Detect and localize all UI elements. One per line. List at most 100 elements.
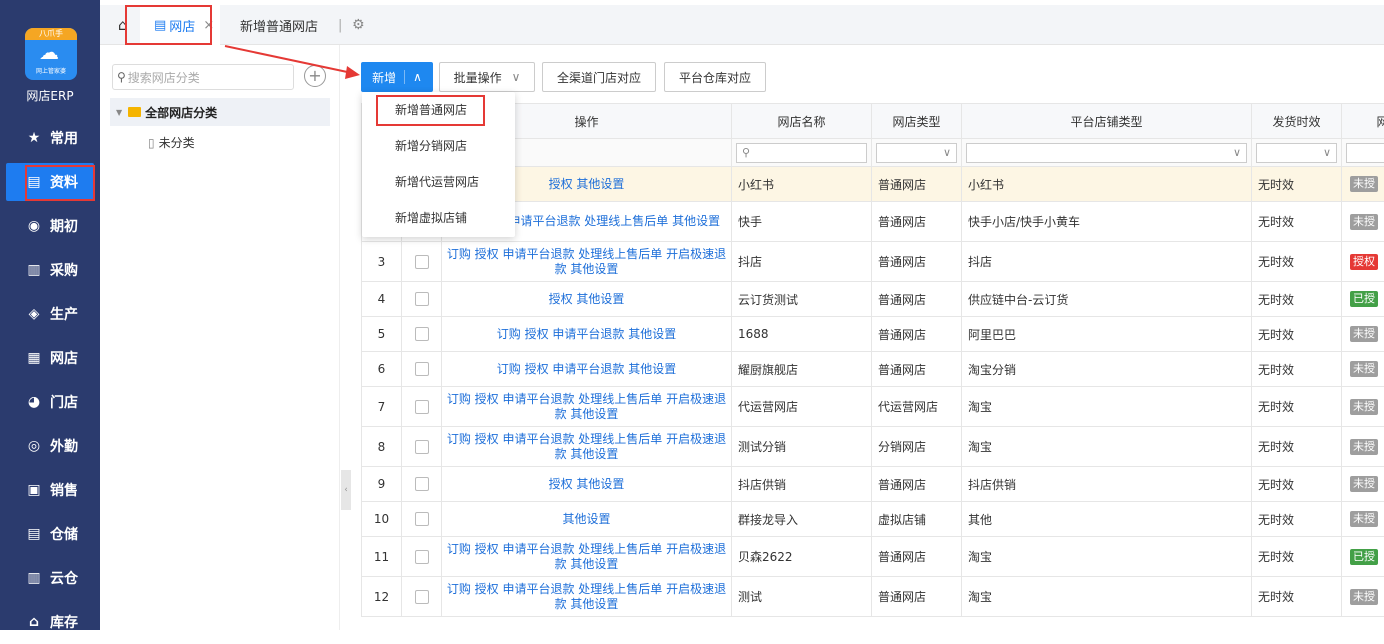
row-checkbox[interactable]	[415, 255, 429, 269]
row-platform-type: 抖店供销	[962, 467, 1252, 502]
row-shop-type: 普通网店	[872, 577, 962, 617]
row-operations[interactable]: 订购 授权 申请平台退款 其他设置	[442, 317, 732, 352]
row-operations[interactable]: 订购 授权 申请平台退款 其他设置	[442, 352, 732, 387]
row-status-cell: 未授	[1342, 577, 1384, 617]
table-row[interactable]: 7订购 授权 申请平台退款 处理线上售后单 开启极速退款 其他设置代运营网店代运…	[362, 387, 1384, 427]
status-badge: 未授	[1350, 399, 1378, 415]
row-checkbox[interactable]	[415, 362, 429, 376]
row-checkbox[interactable]	[415, 550, 429, 564]
row-operations[interactable]: 授权 其他设置	[442, 467, 732, 502]
row-shop-type: 普通网店	[872, 282, 962, 317]
row-shop-name: 测试分销	[732, 427, 872, 467]
filter-name-input[interactable]: ⚲	[736, 143, 867, 163]
row-status-cell: 未授	[1342, 317, 1384, 352]
search-icon: ⚲	[742, 146, 750, 159]
row-checkbox[interactable]	[415, 327, 429, 341]
row-ship-time: 无时效	[1252, 352, 1342, 387]
omni-channel-store-button[interactable]: 全渠道门店对应	[542, 62, 656, 92]
col-header-type[interactable]: 网店类型	[872, 104, 962, 139]
chevron-up-icon[interactable]: ∧	[404, 70, 430, 84]
row-status-cell: 未授	[1342, 467, 1384, 502]
table-row[interactable]: 3订购 授权 申请平台退款 处理线上售后单 开启极速退款 其他设置抖店普通网店抖…	[362, 242, 1384, 282]
row-checkbox[interactable]	[415, 590, 429, 604]
col-header-platform[interactable]: 平台店铺类型	[962, 104, 1252, 139]
row-checkbox-cell	[402, 317, 442, 352]
filter-time-select[interactable]: ∨	[1256, 143, 1337, 163]
row-ship-time: 无时效	[1252, 167, 1342, 202]
row-index: 8	[362, 427, 402, 467]
status-badge: 未授	[1350, 361, 1378, 377]
row-shop-type: 虚拟店铺	[872, 502, 962, 537]
row-index: 5	[362, 317, 402, 352]
filter-type-select[interactable]: ∨	[876, 143, 957, 163]
row-index: 12	[362, 577, 402, 617]
row-checkbox-cell	[402, 577, 442, 617]
row-operations[interactable]: 订购 授权 申请平台退款 处理线上售后单 开启极速退款 其他设置	[442, 387, 732, 427]
row-ship-time: 无时效	[1252, 282, 1342, 317]
filter-name-cell: ⚲	[732, 139, 872, 167]
row-index: 3	[362, 242, 402, 282]
table-row[interactable]: 6订购 授权 申请平台退款 其他设置耀厨旗舰店普通网店淘宝分销无时效未授	[362, 352, 1384, 387]
row-operations[interactable]: 订购 授权 申请平台退款 处理线上售后单 开启极速退款 其他设置	[442, 577, 732, 617]
row-operations[interactable]: 订购 授权 申请平台退款 处理线上售后单 开启极速退款 其他设置	[442, 537, 732, 577]
row-platform-type: 淘宝	[962, 387, 1252, 427]
add-label: 新增	[364, 69, 404, 86]
row-checkbox[interactable]	[415, 440, 429, 454]
row-operations[interactable]: 授权 其他设置	[442, 282, 732, 317]
col-header-status[interactable]: 网店	[1342, 104, 1384, 139]
row-operations[interactable]: 其他设置	[442, 502, 732, 537]
row-shop-name: 云订货测试	[732, 282, 872, 317]
row-checkbox-cell	[402, 242, 442, 282]
row-checkbox[interactable]	[415, 400, 429, 414]
row-checkbox-cell	[402, 427, 442, 467]
chevron-down-icon: ∨	[512, 70, 521, 84]
status-badge: 未授	[1350, 176, 1378, 192]
row-shop-name: 贝森2622	[732, 537, 872, 577]
table-row[interactable]: 4授权 其他设置云订货测试普通网店供应链中台-云订货无时效已授	[362, 282, 1384, 317]
platform-warehouse-button[interactable]: 平台仓库对应	[664, 62, 766, 92]
row-status-cell: 已授	[1342, 537, 1384, 577]
row-checkbox-cell	[402, 537, 442, 577]
row-checkbox-cell	[402, 352, 442, 387]
row-operations[interactable]: 订购 授权 申请平台退款 处理线上售后单 开启极速退款 其他设置	[442, 242, 732, 282]
chevron-down-icon: ∨	[1233, 146, 1241, 159]
status-badge: 已授	[1350, 549, 1378, 565]
table-row[interactable]: 8订购 授权 申请平台退款 处理线上售后单 开启极速退款 其他设置测试分销分销网…	[362, 427, 1384, 467]
row-shop-type: 代运营网店	[872, 387, 962, 427]
status-badge: 未授	[1350, 476, 1378, 492]
row-shop-name: 抖店供销	[732, 467, 872, 502]
chevron-down-icon: ∨	[943, 146, 951, 159]
table-row[interactable]: 5订购 授权 申请平台退款 其他设置1688普通网店阿里巴巴无时效未授	[362, 317, 1384, 352]
menu-item-add-normal-shop[interactable]: 新增普通网店	[362, 92, 515, 128]
row-ship-time: 无时效	[1252, 502, 1342, 537]
row-index: 10	[362, 502, 402, 537]
row-shop-name: 小红书	[732, 167, 872, 202]
row-index: 4	[362, 282, 402, 317]
add-button[interactable]: 新增 ∧	[361, 62, 433, 92]
batch-operation-button[interactable]: 批量操作 ∨	[439, 62, 535, 92]
menu-item-add-distribution-shop[interactable]: 新增分销网店	[362, 128, 515, 164]
table-row[interactable]: 12订购 授权 申请平台退款 处理线上售后单 开启极速退款 其他设置测试普通网店…	[362, 577, 1384, 617]
row-checkbox[interactable]	[415, 477, 429, 491]
row-shop-type: 普通网店	[872, 317, 962, 352]
col-header-name[interactable]: 网店名称	[732, 104, 872, 139]
row-checkbox[interactable]	[415, 292, 429, 306]
filter-type-cell: ∨	[872, 139, 962, 167]
row-ship-time: 无时效	[1252, 467, 1342, 502]
table-row[interactable]: 10其他设置群接龙导入虚拟店铺其他无时效未授	[362, 502, 1384, 537]
row-checkbox[interactable]	[415, 512, 429, 526]
status-badge: 未授	[1350, 214, 1378, 230]
table-row[interactable]: 9授权 其他设置抖店供销普通网店抖店供销无时效未授	[362, 467, 1384, 502]
menu-item-add-virtual-shop[interactable]: 新增虚拟店铺	[362, 200, 515, 236]
filter-platform-select[interactable]: ∨	[966, 143, 1247, 163]
row-operations[interactable]: 订购 授权 申请平台退款 处理线上售后单 开启极速退款 其他设置	[442, 427, 732, 467]
row-index: 7	[362, 387, 402, 427]
menu-item-add-agency-shop[interactable]: 新增代运营网店	[362, 164, 515, 200]
filter-status-select[interactable]	[1346, 143, 1384, 163]
row-shop-name: 耀厨旗舰店	[732, 352, 872, 387]
row-status-cell: 未授	[1342, 202, 1384, 242]
row-status-cell: 已授	[1342, 282, 1384, 317]
table-row[interactable]: 11订购 授权 申请平台退款 处理线上售后单 开启极速退款 其他设置贝森2622…	[362, 537, 1384, 577]
col-header-time[interactable]: 发货时效	[1252, 104, 1342, 139]
row-checkbox-cell	[402, 282, 442, 317]
